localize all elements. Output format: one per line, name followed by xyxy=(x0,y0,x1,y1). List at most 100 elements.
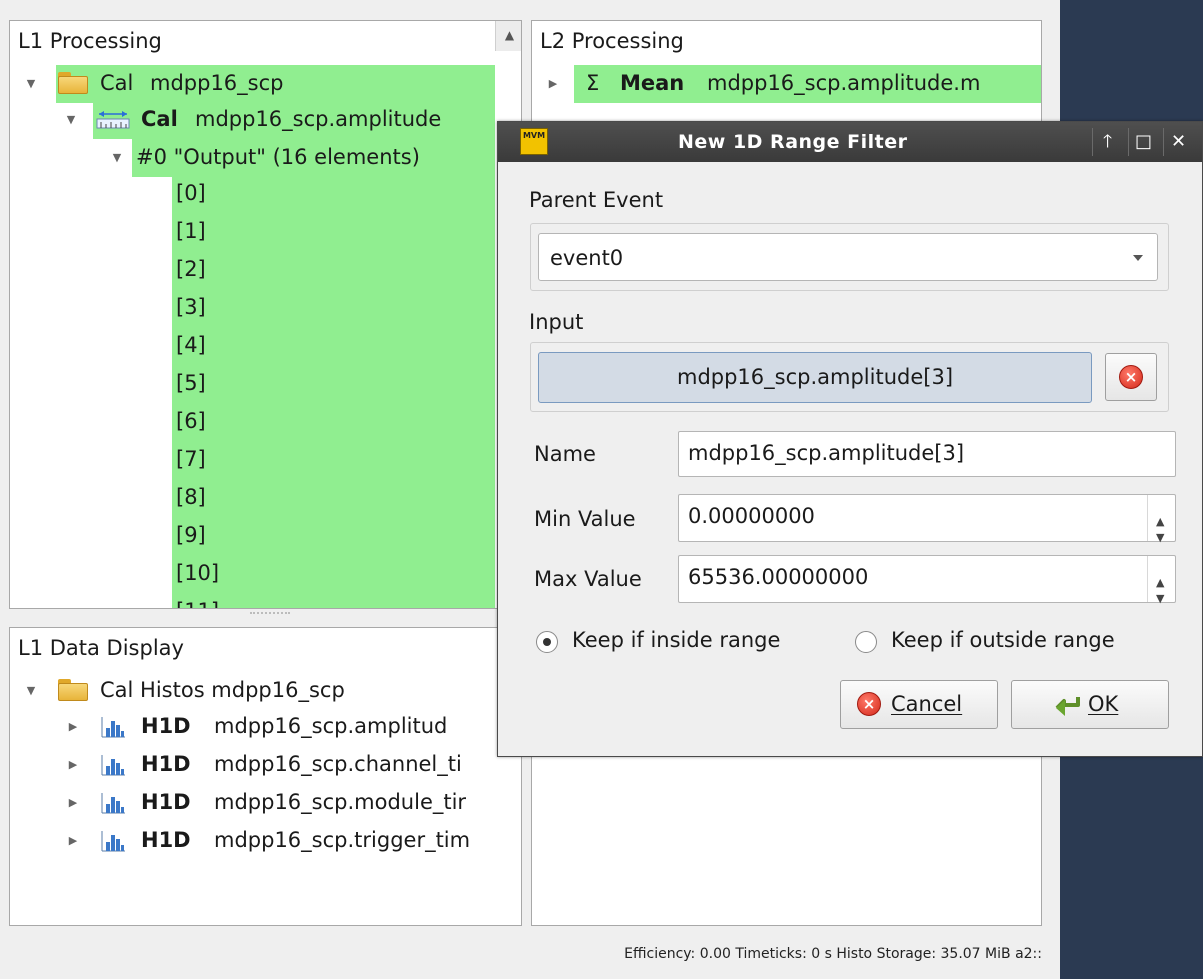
splitter-handle[interactable] xyxy=(250,612,290,618)
tree-item-kind: H1D xyxy=(141,752,191,776)
tree-item-name: mdpp16_scp.channel_ti xyxy=(214,752,462,776)
keep-above-button[interactable]: 🡑 xyxy=(1092,128,1122,156)
app-icon: MVM xyxy=(520,128,548,155)
tree-item-mean[interactable]: ▶ Σ Mean mdpp16_scp.amplitude.m xyxy=(532,65,1041,103)
cancel-button[interactable]: × Cancel xyxy=(840,680,998,729)
range-filter-dialog: MVM New 1D Range Filter 🡑 □ ✕ Parent Eve… xyxy=(497,121,1203,757)
status-bar: Efficiency: 0.00 Timeticks: 0 s Histo St… xyxy=(0,930,1060,979)
parent-event-select[interactable]: event0 xyxy=(538,233,1158,281)
list-item[interactable]: [8] xyxy=(176,481,476,519)
parent-event-value: event0 xyxy=(550,246,624,270)
list-item[interactable]: [5] xyxy=(176,367,476,405)
tree-item-name: mdpp16_scp.amplitud xyxy=(214,714,448,738)
element-label: [0] xyxy=(176,181,206,205)
input-selector-value: mdpp16_scp.amplitude[3] xyxy=(676,365,954,389)
name-label: Name xyxy=(534,442,596,466)
status-text: Efficiency: 0.00 Timeticks: 0 s Histo St… xyxy=(624,946,1042,962)
tree-item-kind: Mean xyxy=(620,71,685,95)
dialog-titlebar[interactable]: MVM New 1D Range Filter 🡑 □ ✕ xyxy=(498,122,1202,162)
tree-item-cal-histos[interactable]: ▼ Cal Histos mdpp16_scp xyxy=(10,672,521,710)
tree-item-name: mdpp16_scp.module_tir xyxy=(214,790,467,814)
min-value-label: Min Value xyxy=(534,507,636,531)
l1-data-display-title: L1 Data Display xyxy=(10,628,521,668)
tree-item-output-label: #0 "Output" (16 elements) xyxy=(136,145,420,169)
tree-item-h1d[interactable]: ▶ H1D mdpp16_scp.module_tir xyxy=(10,784,521,822)
tree-item-h1d[interactable]: ▶ H1D mdpp16_scp.channel_ti xyxy=(10,746,521,784)
expand-arrow-icon[interactable]: ▶ xyxy=(67,835,79,847)
histogram-icon xyxy=(100,716,126,743)
element-label: [5] xyxy=(176,371,206,395)
tree-item-cal-mdpp16-scp[interactable]: ▼ Cal mdpp16_scp xyxy=(10,65,495,103)
list-item[interactable]: [6] xyxy=(176,405,476,443)
tree-item-name: mdpp16_scp.amplitude xyxy=(195,107,442,131)
scroll-up-button[interactable]: ▲ xyxy=(495,21,521,51)
input-selector-button[interactable]: mdpp16_scp.amplitude[3] xyxy=(538,352,1092,403)
l2-processing-title: L2 Processing xyxy=(532,21,1041,61)
tree-item-h1d[interactable]: ▶ H1D mdpp16_scp.amplitud xyxy=(10,708,521,746)
maximize-button[interactable]: □ xyxy=(1128,128,1158,156)
sigma-icon: Σ xyxy=(586,71,600,95)
expand-arrow-icon[interactable]: ▶ xyxy=(547,78,559,90)
list-item[interactable]: [9] xyxy=(176,519,476,557)
element-label: [6] xyxy=(176,409,206,433)
element-label: [7] xyxy=(176,447,206,471)
parent-event-label: Parent Event xyxy=(529,188,664,212)
l1-processing-pane: L1 Processing ▲ ▼ Cal mdpp16_scp ▼ Cal m… xyxy=(9,20,522,609)
chevron-down-icon xyxy=(1133,255,1143,261)
tree-item-name: mdpp16_scp.trigger_tim xyxy=(214,828,471,852)
expand-arrow-icon[interactable]: ▶ xyxy=(67,759,79,771)
list-item[interactable]: [11] xyxy=(176,595,476,608)
calibration-icon xyxy=(96,110,130,130)
max-value-label: Max Value xyxy=(534,567,642,591)
histogram-icon xyxy=(100,754,126,781)
element-label: [2] xyxy=(176,257,206,281)
min-value-text: 0.00000000 xyxy=(688,504,815,528)
tree-item-kind: H1D xyxy=(141,828,191,852)
histogram-icon xyxy=(100,792,126,819)
tree-item-name: mdpp16_scp.amplitude.m xyxy=(707,71,981,95)
expand-arrow-icon[interactable]: ▼ xyxy=(25,685,37,697)
cancel-icon: × xyxy=(857,692,881,716)
max-value-stepper[interactable]: ▲ ▼ xyxy=(1147,556,1175,605)
list-item[interactable]: [10] xyxy=(176,557,476,595)
expand-arrow-icon[interactable]: ▶ xyxy=(67,797,79,809)
max-value-text: 65536.00000000 xyxy=(688,565,869,589)
folder-icon xyxy=(58,72,88,94)
expand-arrow-icon[interactable]: ▶ xyxy=(67,721,79,733)
keep-inside-radio[interactable] xyxy=(536,631,558,653)
list-item[interactable]: [1] xyxy=(176,215,476,253)
ok-label: OK xyxy=(1088,692,1119,716)
keep-outside-radio[interactable] xyxy=(855,631,877,653)
tree-item-kind: Cal xyxy=(100,71,134,95)
expand-arrow-icon[interactable]: ▼ xyxy=(111,152,123,164)
min-value-spinbox[interactable]: 0.00000000 ▲ ▼ xyxy=(678,494,1176,544)
min-value-stepper[interactable]: ▲ ▼ xyxy=(1147,495,1175,544)
tree-item-kind: H1D xyxy=(141,714,191,738)
expand-arrow-icon[interactable]: ▼ xyxy=(65,114,77,126)
tree-item-output[interactable]: ▼ #0 "Output" (16 elements) xyxy=(10,139,495,177)
list-item[interactable]: [3] xyxy=(176,291,476,329)
name-field-value: mdpp16_scp.amplitude[3] xyxy=(688,441,965,465)
element-label: [1] xyxy=(176,219,206,243)
tree-item-kind: Cal xyxy=(141,107,178,131)
list-item[interactable]: [7] xyxy=(176,443,476,481)
ok-arrow-icon xyxy=(1054,693,1082,722)
expand-arrow-icon[interactable]: ▼ xyxy=(25,78,37,90)
folder-icon xyxy=(58,679,88,701)
list-item[interactable]: [4] xyxy=(176,329,476,367)
tree-item-h1d[interactable]: ▶ H1D mdpp16_scp.trigger_tim xyxy=(10,822,521,860)
list-item[interactable]: [0] xyxy=(176,177,476,215)
element-label: [10] xyxy=(176,561,220,585)
keep-outside-label[interactable]: Keep if outside range xyxy=(891,628,1115,652)
l1-processing-title: L1 Processing xyxy=(10,21,521,61)
element-label: [9] xyxy=(176,523,206,547)
ok-button[interactable]: OK xyxy=(1011,680,1169,729)
list-item[interactable]: [2] xyxy=(176,253,476,291)
clear-input-button[interactable]: × xyxy=(1105,353,1157,401)
max-value-spinbox[interactable]: 65536.00000000 ▲ ▼ xyxy=(678,555,1176,605)
name-field[interactable]: mdpp16_scp.amplitude[3] xyxy=(678,431,1176,477)
tree-item-cal-amplitude[interactable]: ▼ Cal mdpp16_scp.amplitude xyxy=(10,101,495,139)
element-label: [8] xyxy=(176,485,206,509)
keep-inside-label[interactable]: Keep if inside range xyxy=(572,628,780,652)
close-button[interactable]: ✕ xyxy=(1163,128,1193,156)
